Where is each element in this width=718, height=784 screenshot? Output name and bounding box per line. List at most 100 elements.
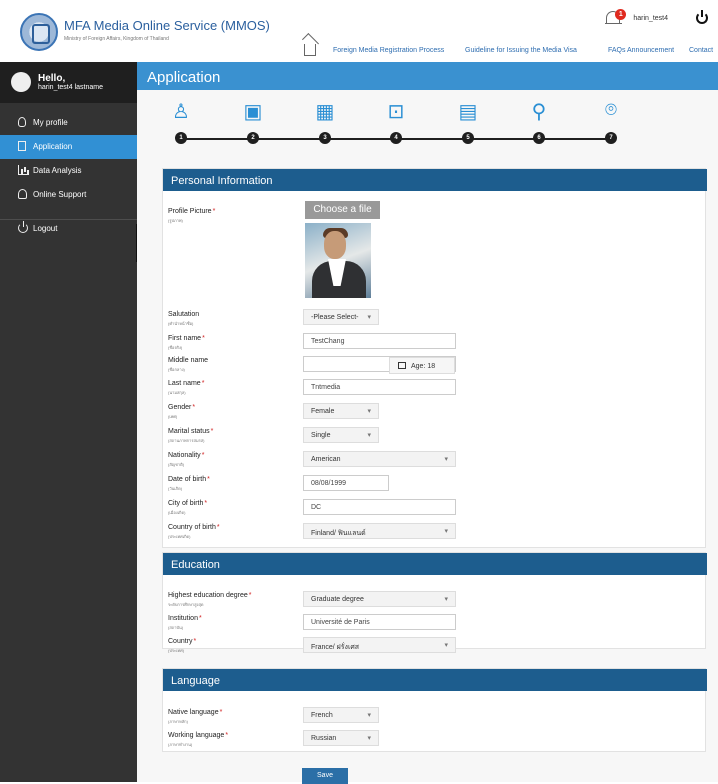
logout-icon (18, 221, 28, 233)
education-degree-label: Highest education degree* (168, 592, 252, 599)
date-of-birth-label: Date of birth* (168, 476, 210, 483)
sidebar-item-my-profile[interactable]: My profile (0, 111, 137, 135)
ministry-logo (20, 13, 58, 51)
institution-label: Institution* (168, 615, 202, 622)
briefcase-icon[interactable]: ⊡ (384, 99, 408, 126)
calendar-icon (398, 362, 406, 369)
working-language-label: Working language* (168, 732, 229, 739)
nationality-sub: (สัญชาติ) (168, 462, 185, 467)
personal-information-section: Personal Information Profile Picture* (ร… (162, 168, 707, 548)
education-degree-sub: ระดับการศึกษาสูงสุด (168, 602, 204, 607)
marital-status-sub: (สถานภาพการสมรส) (168, 438, 205, 443)
section-title: Education (163, 553, 707, 575)
step-7[interactable]: 7 (605, 132, 617, 144)
chevron-down-icon: ▾ (367, 314, 371, 321)
step-6[interactable]: 6 (533, 132, 545, 144)
middle-name-sub: (ชื่อกลาง) (168, 367, 185, 372)
education-country-select[interactable]: France/ ฝรั่งเศส ▾ (303, 637, 456, 653)
date-of-birth-field[interactable]: 08/08/1999 (303, 475, 389, 491)
support-icon (18, 189, 27, 199)
nationality-select[interactable]: American ▾ (303, 451, 456, 467)
top-header: MFA Media Online Service (MMOS) Ministry… (0, 0, 718, 62)
nav-media-visa-guideline[interactable]: Guideline for Issuing the Media Visa (465, 47, 577, 54)
profile-picture-label: Profile Picture* (168, 208, 216, 215)
building-icon[interactable]: ▦ (313, 99, 337, 126)
institution-field[interactable]: Université de Paris (303, 614, 456, 630)
chevron-down-icon: ▾ (367, 408, 371, 415)
middle-name-label: Middle name (168, 357, 209, 364)
calendar-age-display[interactable]: Age: 18 (389, 357, 455, 374)
chevron-down-icon: ▾ (444, 642, 448, 649)
country-of-birth-select[interactable]: Finland/ ฟินแลนด์ ▾ (303, 523, 456, 539)
chevron-down-icon: ▾ (444, 456, 448, 463)
sidebar: Hello, harin_test4 lastname My profile A… (0, 62, 146, 782)
first-name-field[interactable]: TestChang (303, 333, 456, 349)
salutation-select[interactable]: -Please Select- ▾ (303, 309, 379, 325)
person-icon[interactable]: ♙ (169, 99, 193, 126)
native-language-label: Native language* (168, 709, 223, 716)
bar-chart-icon (18, 165, 28, 175)
last-name-label: Last name* (168, 380, 205, 387)
city-of-birth-sub: (เมืองเกิด) (168, 510, 186, 515)
marital-status-label: Marital status* (168, 428, 214, 435)
first-name-sub: (ชื่อจริง) (168, 345, 183, 350)
passport-icon[interactable]: ▣ (241, 99, 265, 126)
gender-label: Gender* (168, 404, 196, 411)
marital-status-select[interactable]: Single ▾ (303, 427, 379, 443)
hello-text: Hello, (38, 73, 66, 84)
section-title: Language (163, 669, 707, 691)
power-icon[interactable] (696, 10, 708, 24)
nav-foreign-media-registration[interactable]: Foreign Media Registration Process (333, 47, 444, 54)
sidebar-user-panel: Hello, harin_test4 lastname (0, 62, 137, 103)
working-language-select[interactable]: Russian ▾ (303, 730, 379, 746)
choose-file-button[interactable]: Choose a file (305, 201, 380, 219)
country-of-birth-label: Country of birth* (168, 524, 220, 531)
section-title: Personal Information (163, 169, 707, 191)
sidebar-item-label: Logout (33, 224, 58, 233)
education-degree-select[interactable]: Graduate degree ▾ (303, 591, 456, 607)
salutation-label: Salutation (168, 311, 200, 318)
microphone-icon[interactable]: ⚲ (527, 99, 551, 126)
id-card-icon[interactable]: ▤ (456, 99, 480, 126)
institution-sub: (สถาบัน) (168, 625, 184, 630)
country-of-birth-sub: (ประเทศเกิด) (168, 534, 191, 539)
last-name-field[interactable]: Tntmedia (303, 379, 456, 395)
nav-contact[interactable]: Contact (689, 47, 713, 54)
step-2[interactable]: 2 (247, 132, 259, 144)
chevron-down-icon: ▾ (367, 712, 371, 719)
document-icon (18, 141, 26, 151)
date-of-birth-sub: (วันเกิด) (168, 486, 183, 491)
native-language-select[interactable]: French ▾ (303, 707, 379, 723)
app-subtitle: Ministry of Foreign Affairs, Kingdom of … (64, 36, 169, 42)
home-icon[interactable] (304, 44, 316, 56)
notification-bell-icon[interactable]: 1 (605, 9, 627, 27)
profile-picture-sub: (รูปภาพ) (168, 218, 183, 223)
sidebar-item-data-analysis[interactable]: Data Analysis (0, 159, 137, 183)
profile-icon (18, 117, 26, 127)
gender-select[interactable]: Female ▾ (303, 403, 379, 419)
step-4[interactable]: 4 (390, 132, 402, 144)
step-3[interactable]: 3 (319, 132, 331, 144)
notification-count-badge: 1 (615, 9, 627, 20)
working-language-sub: (ภาษาทำงาน) (168, 742, 193, 747)
page-title: Application (137, 62, 718, 90)
nav-faqs[interactable]: FAQs (608, 47, 626, 54)
application-main: Application ♙ ▣ ▦ ⊡ ▤ ⚲ ⌾ 1 2 3 4 5 6 7 … (137, 62, 718, 784)
chevron-down-icon: ▾ (444, 528, 448, 535)
bell-base (605, 23, 623, 24)
sidebar-item-label: Application (33, 142, 73, 151)
sidebar-item-online-support[interactable]: Online Support (0, 183, 137, 207)
step-5[interactable]: 5 (462, 132, 474, 144)
chevron-down-icon: ▾ (444, 596, 448, 603)
username-label: harin_test4 (633, 14, 668, 22)
step-1[interactable]: 1 (175, 132, 187, 144)
sidebar-item-logout[interactable]: Logout (0, 217, 137, 241)
sidebar-item-application[interactable]: Application (0, 135, 137, 159)
sidebar-item-label: Online Support (33, 190, 87, 199)
gender-sub: (เพศ) (168, 414, 178, 419)
nav-announcement[interactable]: Announcement (627, 47, 674, 54)
city-of-birth-field[interactable]: DC (303, 499, 456, 515)
native-language-sub: (ภาษาหลัก) (168, 719, 188, 724)
location-pin-icon[interactable]: ⌾ (599, 99, 623, 126)
user-tools: 1 harin_test4 (605, 9, 708, 27)
